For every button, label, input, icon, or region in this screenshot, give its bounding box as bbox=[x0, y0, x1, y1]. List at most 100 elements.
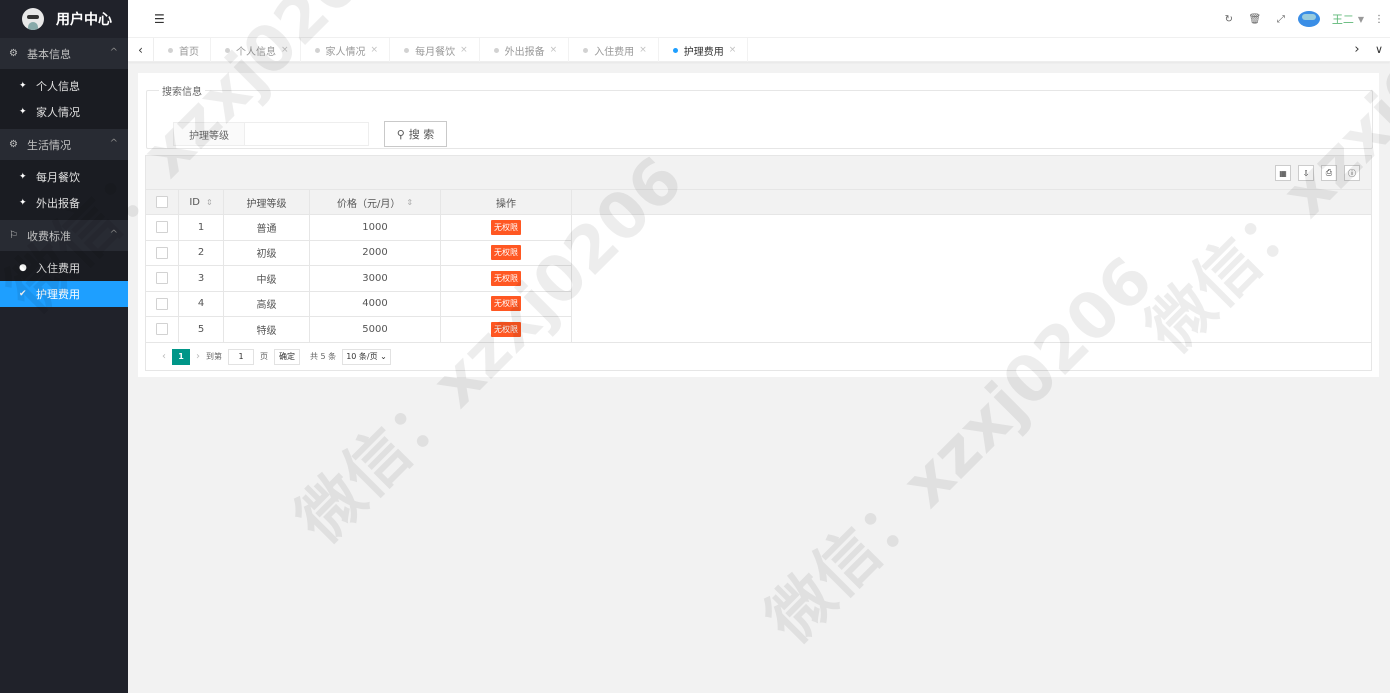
goto-page-input[interactable]: 1 bbox=[228, 348, 254, 365]
row-checkbox[interactable] bbox=[156, 221, 168, 234]
row-checkbox[interactable] bbox=[156, 246, 168, 259]
select-all-checkbox[interactable] bbox=[156, 196, 168, 208]
tab-dot-icon bbox=[225, 47, 230, 53]
export-icon[interactable]: ⇩ bbox=[1298, 165, 1314, 181]
tab-prev-icon[interactable]: ‹ bbox=[128, 38, 154, 62]
sidebar-item-checkin-fee[interactable]: ● 入住费用 bbox=[0, 255, 128, 281]
dot-circle-icon: ● bbox=[19, 263, 27, 273]
tab-next-icon[interactable]: › bbox=[1348, 38, 1366, 62]
sidebar-item-label: 每月餐饮 bbox=[36, 171, 80, 184]
cell-level: 特级 bbox=[224, 317, 310, 343]
table-row: 3 中级 3000 无权限 bbox=[146, 266, 1371, 292]
cell-price: 1000 bbox=[310, 215, 441, 241]
search-fieldset: 搜索信息 护理等级 ⚲ 搜 索 bbox=[146, 83, 1373, 149]
tab-nursing-fee[interactable]: 护理费用 × bbox=[659, 38, 749, 62]
cell-level: 中级 bbox=[224, 266, 310, 292]
no-permission-badge: 无权限 bbox=[491, 245, 521, 261]
sidebar-item-personal-info[interactable]: ✦ 个人信息 bbox=[0, 73, 128, 99]
close-icon[interactable]: × bbox=[281, 45, 289, 55]
tab-menu-chevron-down-icon[interactable]: ∨ bbox=[1370, 38, 1388, 62]
cell-id: 3 bbox=[179, 266, 224, 292]
sidebar-group-basic-info[interactable]: ⚙ 基本信息 ^ bbox=[0, 38, 128, 69]
gamepad-icon: ✦ bbox=[19, 107, 27, 117]
sidebar-group-living[interactable]: ⚙ 生活情况 ^ bbox=[0, 129, 128, 160]
caret-down-icon[interactable]: ▼ bbox=[1358, 15, 1364, 24]
user-name[interactable]: 王二 bbox=[1332, 11, 1354, 27]
tab-monthly-meals[interactable]: 每月餐饮 × bbox=[390, 38, 480, 62]
app-logo[interactable]: 用户中心 bbox=[0, 0, 128, 38]
sidebar-group-fees[interactable]: ⚐ 收费标准 ^ bbox=[0, 220, 128, 251]
row-checkbox[interactable] bbox=[156, 297, 168, 310]
cell-price: 5000 bbox=[310, 317, 441, 343]
column-header-action: 操作 bbox=[441, 190, 572, 214]
search-legend: 搜索信息 bbox=[162, 87, 202, 98]
sidebar-item-label: 护理费用 bbox=[36, 288, 80, 301]
sort-icon[interactable]: ⇕ bbox=[206, 198, 213, 207]
data-table: ▦ ⇩ ⎙ ⓘ ID ⇕ 护理等级 价格（元/月） ⇕ 操作 1 普通 1000 无… bbox=[145, 155, 1372, 371]
search-button[interactable]: ⚲ 搜 索 bbox=[384, 121, 447, 147]
tab-outing-report[interactable]: 外出报备 × bbox=[480, 38, 570, 62]
search-label: 护理等级 bbox=[173, 122, 245, 146]
chevron-down-icon: ⌄ bbox=[380, 352, 387, 361]
sidebar: 用户中心 ⚙ 基本信息 ^ ✦ 个人信息 ✦ 家人情况 ⚙ 生活情况 ^ ✦ 每… bbox=[0, 0, 128, 693]
gamepad-icon: ✦ bbox=[19, 198, 27, 208]
sidebar-group-label: 基本信息 bbox=[27, 47, 71, 61]
table-row: 1 普通 1000 无权限 bbox=[146, 215, 1371, 241]
user-avatar[interactable] bbox=[1297, 11, 1320, 27]
table-row: 5 特级 5000 无权限 bbox=[146, 317, 1371, 343]
search-icon: ⚲ bbox=[396, 127, 405, 141]
tab-checkin-fee[interactable]: 入住费用 × bbox=[569, 38, 659, 62]
select-all-cell bbox=[146, 190, 179, 214]
chevron-up-icon: ^ bbox=[109, 229, 118, 240]
sidebar-item-outing-report[interactable]: ✦ 外出报备 bbox=[0, 190, 128, 216]
table-row: 4 高级 4000 无权限 bbox=[146, 291, 1371, 317]
sidebar-item-label: 家人情况 bbox=[36, 106, 80, 119]
tab-home[interactable]: 首页 bbox=[154, 38, 211, 62]
tab-dot-icon bbox=[314, 47, 320, 53]
trash-icon[interactable]: 🗑 bbox=[1243, 14, 1267, 25]
table-row: 2 初级 2000 无权限 bbox=[146, 240, 1371, 266]
table-toolbar: ▦ ⇩ ⎙ ⓘ bbox=[146, 156, 1371, 190]
per-page-select[interactable]: 10 条/页 ⌄ bbox=[342, 348, 391, 365]
info-icon[interactable]: ⓘ bbox=[1344, 165, 1360, 181]
cell-price: 4000 bbox=[310, 291, 441, 317]
row-checkbox[interactable] bbox=[156, 272, 168, 285]
tab-personal-info[interactable]: 个人信息 × bbox=[211, 38, 301, 62]
cell-price: 2000 bbox=[310, 240, 441, 266]
sidebar-item-monthly-meals[interactable]: ✦ 每月餐饮 bbox=[0, 164, 128, 190]
app-title: 用户中心 bbox=[56, 12, 112, 28]
close-icon[interactable]: × bbox=[371, 45, 379, 55]
column-header-price[interactable]: 价格（元/月） ⇕ bbox=[310, 190, 441, 214]
gamepad-icon: ✦ bbox=[19, 81, 27, 91]
close-icon[interactable]: × bbox=[460, 45, 468, 55]
tabs-bar: ‹ 首页 个人信息 × 家人情况 × 每月餐饮 × 外出报备 × 入住费用 × … bbox=[128, 38, 1390, 62]
nursing-level-input[interactable] bbox=[244, 122, 369, 146]
page-prev-icon[interactable]: ‹ bbox=[162, 351, 166, 362]
cell-id: 2 bbox=[179, 240, 224, 266]
tab-family[interactable]: 家人情况 × bbox=[301, 38, 391, 62]
sort-icon[interactable]: ⇕ bbox=[406, 198, 413, 207]
refresh-icon[interactable]: ↻ bbox=[1217, 14, 1241, 25]
tab-label: 首页 bbox=[179, 46, 199, 58]
column-header-id[interactable]: ID ⇕ bbox=[179, 190, 224, 214]
close-icon[interactable]: × bbox=[550, 45, 558, 55]
page-next-icon[interactable]: › bbox=[196, 351, 200, 362]
no-permission-badge: 无权限 bbox=[491, 296, 521, 312]
cell-price: 3000 bbox=[310, 266, 441, 292]
sidebar-item-nursing-fee[interactable]: ✔ 护理费用 bbox=[0, 281, 128, 307]
page-unit-label: 页 bbox=[260, 352, 268, 361]
close-icon[interactable]: × bbox=[729, 45, 737, 55]
close-icon[interactable]: × bbox=[639, 45, 647, 55]
tab-list: 首页 个人信息 × 家人情况 × 每月餐饮 × 外出报备 × 入住费用 × 护理… bbox=[154, 38, 749, 62]
more-vertical-icon[interactable]: ⋮ bbox=[1374, 14, 1384, 25]
page-current[interactable]: 1 bbox=[172, 348, 190, 365]
columns-filter-icon[interactable]: ▦ bbox=[1275, 165, 1291, 181]
sidebar-item-family[interactable]: ✦ 家人情况 bbox=[0, 99, 128, 125]
print-icon[interactable]: ⎙ bbox=[1321, 165, 1337, 181]
chevron-up-icon: ^ bbox=[109, 47, 118, 58]
fullscreen-icon[interactable]: ⤢ bbox=[1269, 14, 1293, 25]
menu-toggle-icon[interactable]: ☰ bbox=[154, 12, 165, 26]
row-checkbox[interactable] bbox=[156, 323, 168, 336]
goto-confirm-button[interactable]: 确定 bbox=[274, 348, 300, 365]
main-content: 搜索信息 护理等级 ⚲ 搜 索 ▦ ⇩ ⎙ ⓘ ID ⇕ 护理等级 价格（元/月）… bbox=[138, 73, 1379, 377]
